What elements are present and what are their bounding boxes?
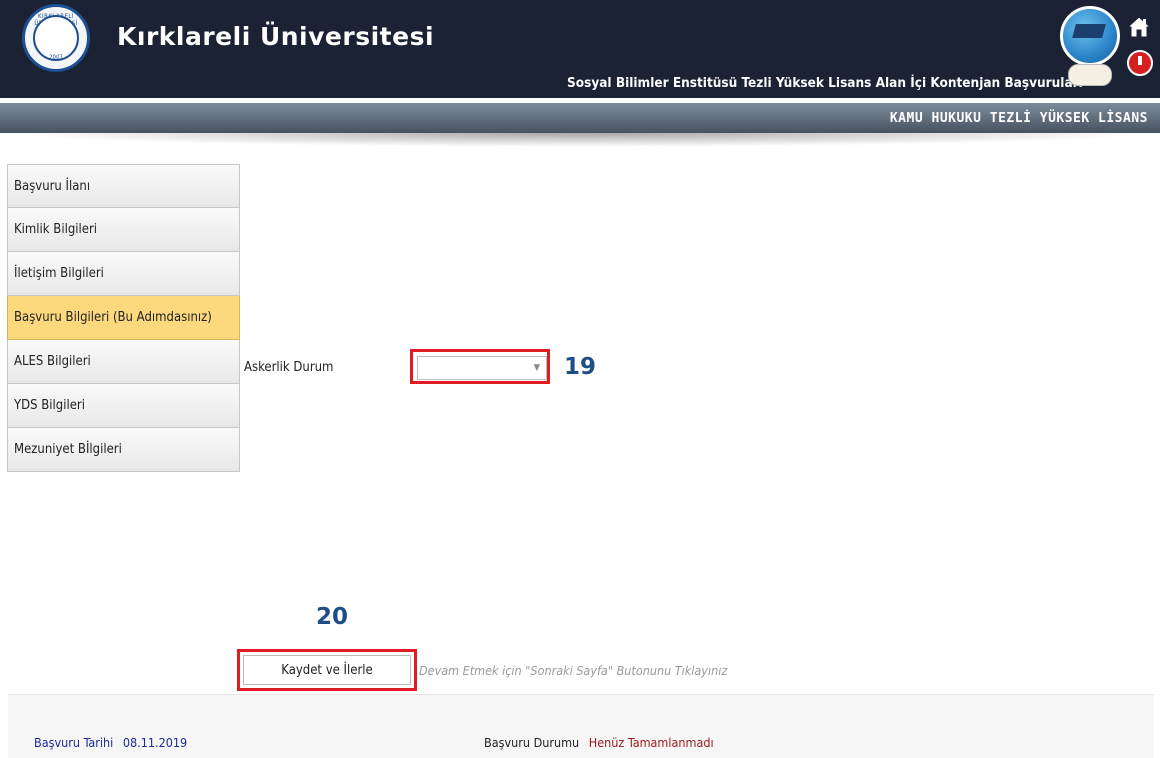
sidebar-item-basvuru-ilani[interactable]: Başvuru İlanı xyxy=(7,164,240,208)
sidebar-item-basvuru-bilgileri[interactable]: Başvuru Bilgileri (Bu Adımdasınız) xyxy=(7,296,240,340)
graduate-emblem-icon xyxy=(1060,6,1122,94)
sidebar-item-kimlik[interactable]: Kimlik Bilgileri xyxy=(7,208,240,252)
application-date-label: Başvuru Tarihi xyxy=(34,735,114,750)
application-status-value: Henüz Tamamlanmadı xyxy=(588,735,714,750)
program-title: KAMU HUKUKU TEZLİ YÜKSEK LİSANS xyxy=(889,111,1148,126)
highlight-box-19 xyxy=(410,349,550,384)
system-subtitle: Sosyal Bilimler Enstitüsü Tezli Yüksek L… xyxy=(567,75,1083,91)
application-date: Başvuru Tarihi 08.11.2019 xyxy=(34,735,187,750)
application-status: Başvuru Durumu Henüz Tamamlanmadı xyxy=(484,735,714,750)
continue-hint: Devam Etmek için "Sonraki Sayfa" Butonun… xyxy=(419,663,728,678)
power-icon[interactable] xyxy=(1127,50,1153,76)
logo-year: 2007 xyxy=(49,54,63,61)
header-bar: KIRKLARELİ ÜNİVERSİTESİ 2007 Kırklareli … xyxy=(0,0,1160,98)
program-band: KAMU HUKUKU TEZLİ YÜKSEK LİSANS xyxy=(0,103,1160,133)
military-status-label: Askerlik Durum xyxy=(244,360,334,375)
band-shadow xyxy=(10,133,1150,147)
application-date-value: 08.11.2019 xyxy=(122,735,188,750)
highlight-box-20 xyxy=(237,649,417,691)
home-icon[interactable] xyxy=(1127,16,1151,38)
sidebar-item-yds[interactable]: YDS Bilgileri xyxy=(7,384,240,428)
sidebar-menu: Başvuru İlanı Kimlik Bilgileri İletişim … xyxy=(7,164,240,472)
university-logo: KIRKLARELİ ÜNİVERSİTESİ 2007 xyxy=(22,4,90,72)
sidebar-item-ales[interactable]: ALES Bilgileri xyxy=(7,340,240,384)
step-number-20: 20 xyxy=(316,604,349,630)
application-status-label: Başvuru Durumu xyxy=(484,735,580,750)
step-number-19: 19 xyxy=(564,354,597,380)
sidebar-item-mezuniyet[interactable]: Mezuniyet Bİlgileri xyxy=(7,428,240,472)
sidebar-item-iletisim[interactable]: İletişim Bilgileri xyxy=(7,252,240,296)
university-name: Kırklareli Üniversitesi xyxy=(117,22,435,51)
footer: Başvuru Tarihi 08.11.2019 Başvuru Durumu… xyxy=(8,694,1154,758)
